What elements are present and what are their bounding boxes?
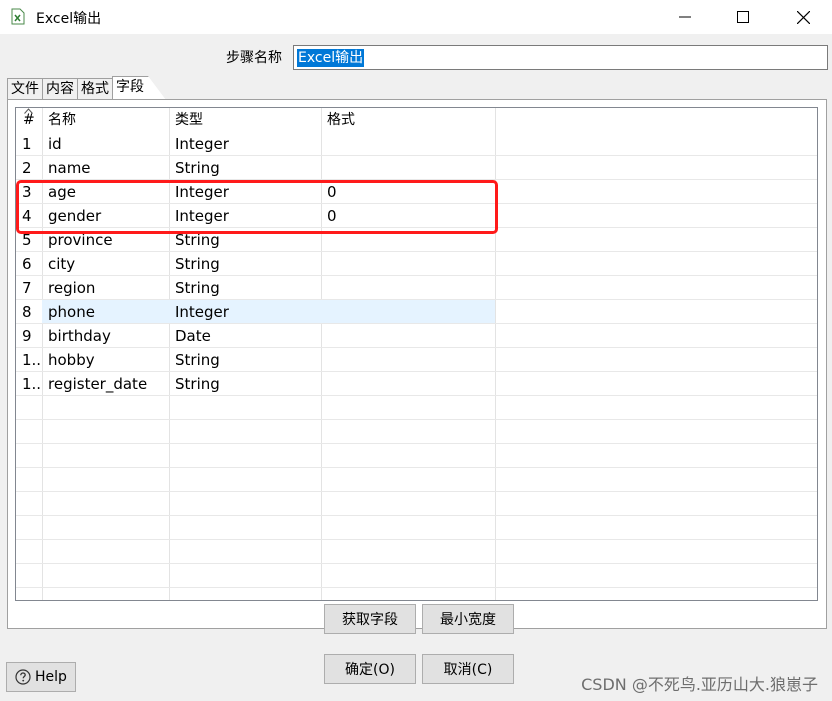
empty-row bbox=[16, 588, 817, 600]
minimize-button[interactable] bbox=[662, 0, 708, 34]
cell-name[interactable]: city bbox=[48, 252, 168, 276]
column-header-format[interactable]: 格式 bbox=[327, 108, 355, 132]
empty-row bbox=[16, 492, 817, 516]
empty-row bbox=[16, 564, 817, 588]
maximize-icon bbox=[737, 11, 749, 23]
fields-tab-panel: # 名称 类型 格式 1 id Integer 2 name String 3 age Inte… bbox=[7, 99, 827, 629]
step-name-value: Excel输出 bbox=[297, 48, 365, 67]
watermark: CSDN @不死鸟.亚历山大.狼崽子 bbox=[581, 675, 818, 694]
dialog-body: 步骤名称 Excel输出 文件 内容 格式 字段 # 名称 类型 格式 1 id I… bbox=[0, 34, 832, 701]
highlight-annotation bbox=[16, 180, 498, 234]
cell-type[interactable]: String bbox=[175, 156, 320, 180]
column-header-type[interactable]: 类型 bbox=[175, 108, 203, 132]
cell-number[interactable]: 8 bbox=[22, 300, 42, 324]
cell-number[interactable]: 2 bbox=[22, 156, 42, 180]
cell-number[interactable]: 7 bbox=[22, 276, 42, 300]
table-row[interactable]: 1.. hobby String bbox=[16, 348, 817, 372]
empty-row bbox=[16, 444, 817, 468]
cell-name[interactable]: register_date bbox=[48, 372, 168, 396]
cell-name[interactable]: name bbox=[48, 156, 168, 180]
cell-type[interactable]: String bbox=[175, 348, 320, 372]
table-row[interactable]: 9 birthday Date bbox=[16, 324, 817, 348]
cell-name[interactable]: birthday bbox=[48, 324, 168, 348]
table-row[interactable]: 2 name String bbox=[16, 156, 817, 180]
cell-type[interactable]: Date bbox=[175, 324, 320, 348]
tab-fields[interactable]: 字段 bbox=[112, 76, 166, 100]
min-width-button[interactable]: 最小宽度 bbox=[422, 604, 514, 634]
empty-row bbox=[16, 516, 817, 540]
table-row[interactable]: 1 id Integer bbox=[16, 132, 817, 156]
empty-row bbox=[16, 420, 817, 444]
help-label: Help bbox=[35, 669, 67, 685]
cell-format[interactable] bbox=[327, 372, 492, 396]
empty-row bbox=[16, 540, 817, 564]
cell-format[interactable] bbox=[327, 348, 492, 372]
cell-type[interactable]: Integer bbox=[175, 132, 320, 156]
get-fields-button[interactable]: 获取字段 bbox=[324, 604, 416, 634]
title-bar: Excel输出 bbox=[0, 0, 832, 34]
cell-format[interactable] bbox=[327, 276, 492, 300]
window-title: Excel输出 bbox=[36, 11, 102, 27]
ok-button[interactable]: 确定(O) bbox=[324, 654, 416, 684]
minimize-icon bbox=[679, 16, 691, 18]
column-header-number[interactable]: # bbox=[23, 108, 35, 132]
column-header-name[interactable]: 名称 bbox=[48, 108, 76, 132]
close-icon bbox=[796, 10, 810, 24]
table-row[interactable]: 8 phone Integer bbox=[16, 300, 817, 324]
tab-content[interactable]: 内容 bbox=[42, 78, 78, 100]
cell-format[interactable] bbox=[327, 300, 492, 324]
cell-name[interactable]: hobby bbox=[48, 348, 168, 372]
cancel-button[interactable]: 取消(C) bbox=[422, 654, 514, 684]
cell-format[interactable] bbox=[327, 156, 492, 180]
cell-name[interactable]: region bbox=[48, 276, 168, 300]
cell-name[interactable]: id bbox=[48, 132, 168, 156]
help-icon bbox=[15, 669, 31, 685]
table-row[interactable]: 7 region String bbox=[16, 276, 817, 300]
tab-file[interactable]: 文件 bbox=[7, 78, 43, 100]
cell-number[interactable]: 1.. bbox=[22, 372, 42, 396]
excel-file-icon bbox=[11, 8, 25, 25]
maximize-button[interactable] bbox=[720, 0, 766, 34]
cell-type[interactable]: String bbox=[175, 372, 320, 396]
tab-bar: 文件 内容 格式 字段 bbox=[7, 76, 165, 100]
cell-format[interactable] bbox=[327, 252, 492, 276]
cell-format[interactable] bbox=[327, 324, 492, 348]
cell-number[interactable]: 1 bbox=[22, 132, 42, 156]
close-button[interactable] bbox=[780, 0, 826, 34]
empty-row bbox=[16, 396, 817, 420]
cell-type[interactable]: String bbox=[175, 252, 320, 276]
step-name-input[interactable]: Excel输出 bbox=[293, 45, 828, 70]
cell-number[interactable]: 6 bbox=[22, 252, 42, 276]
table-row[interactable]: 1.. register_date String bbox=[16, 372, 817, 396]
help-button[interactable]: Help bbox=[6, 662, 76, 692]
cell-type[interactable]: Integer bbox=[175, 300, 320, 324]
cell-number[interactable]: 9 bbox=[22, 324, 42, 348]
table-row[interactable]: 6 city String bbox=[16, 252, 817, 276]
tab-format[interactable]: 格式 bbox=[77, 78, 113, 100]
table-header: # 名称 类型 格式 bbox=[16, 108, 817, 132]
cell-format[interactable] bbox=[327, 132, 492, 156]
cell-type[interactable]: String bbox=[175, 276, 320, 300]
step-name-label: 步骤名称 bbox=[226, 50, 282, 66]
cell-name[interactable]: phone bbox=[48, 300, 168, 324]
empty-row bbox=[16, 468, 817, 492]
cell-number[interactable]: 1.. bbox=[22, 348, 42, 372]
